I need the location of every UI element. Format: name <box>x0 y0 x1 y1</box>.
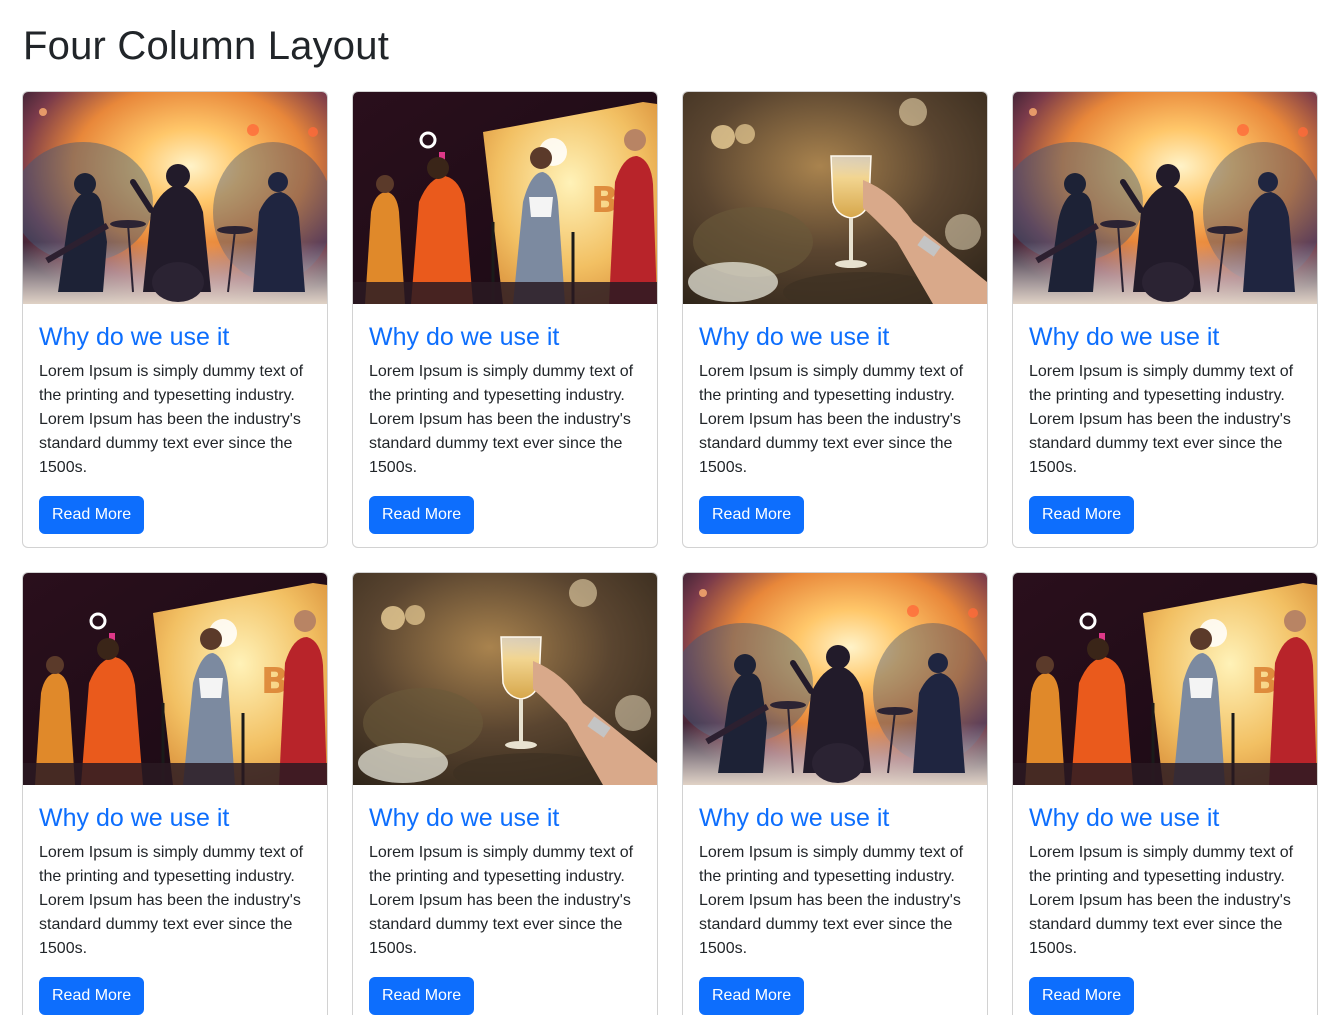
card-text: Lorem Ipsum is simply dummy text of the … <box>1029 363 1294 476</box>
card-body: Why do we use it Lorem Ipsum is simply d… <box>353 304 657 534</box>
card-title: Why do we use it <box>699 804 890 832</box>
card-title: Why do we use it <box>1029 323 1220 351</box>
card-body: Why do we use it Lorem Ipsum is simply d… <box>1013 785 1317 1015</box>
card-text: Lorem Ipsum is simply dummy text of the … <box>369 844 634 957</box>
card-body: Why do we use it Lorem Ipsum is simply d… <box>683 785 987 1015</box>
card: Why do we use it Lorem Ipsum is simply d… <box>1012 91 1318 548</box>
champagne-glass-toast-image <box>683 92 987 304</box>
stage-singers-performance-image: BO <box>1013 573 1317 785</box>
read-more-button[interactable]: Read More <box>39 496 145 534</box>
card-title: Why do we use it <box>39 804 230 832</box>
card-text: Lorem Ipsum is simply dummy text of the … <box>699 363 964 476</box>
card-text: Lorem Ipsum is simply dummy text of the … <box>1029 844 1294 957</box>
card-body: Why do we use it Lorem Ipsum is simply d… <box>683 304 987 534</box>
card-image <box>683 573 987 785</box>
card-body: Why do we use it Lorem Ipsum is simply d… <box>23 304 327 534</box>
card-body: Why do we use it Lorem Ipsum is simply d… <box>1013 304 1317 534</box>
card-body: Why do we use it Lorem Ipsum is simply d… <box>353 785 657 1015</box>
card-image <box>683 92 987 304</box>
read-more-button[interactable]: Read More <box>699 496 805 534</box>
read-more-button[interactable]: Read More <box>369 977 475 1015</box>
card-title: Why do we use it <box>1029 804 1220 832</box>
card: BO Why do we use it Lorem Ipsum is simpl… <box>1012 572 1318 1015</box>
card-image: BO <box>23 573 327 785</box>
stage-singers-performance-image: BO <box>23 573 327 785</box>
card-image: BO <box>1013 573 1317 785</box>
card-image <box>353 573 657 785</box>
read-more-button[interactable]: Read More <box>1029 496 1135 534</box>
card: BO Why do we use it Lorem Ipsum is simpl… <box>22 572 328 1015</box>
card: Why do we use it Lorem Ipsum is simply d… <box>352 572 658 1015</box>
card: Why do we use it Lorem Ipsum is simply d… <box>22 91 328 548</box>
card-text: Lorem Ipsum is simply dummy text of the … <box>369 363 634 476</box>
card-text: Lorem Ipsum is simply dummy text of the … <box>39 844 304 957</box>
card-image <box>1013 92 1317 304</box>
champagne-glass-toast-image <box>353 573 657 785</box>
card: BO Why do we use it Lorem Ipsum is simpl… <box>352 91 658 548</box>
card-grid: Why do we use it Lorem Ipsum is simply d… <box>22 91 1318 1015</box>
read-more-button[interactable]: Read More <box>699 977 805 1015</box>
card: Why do we use it Lorem Ipsum is simply d… <box>682 572 988 1015</box>
card-image <box>23 92 327 304</box>
card-title: Why do we use it <box>39 323 230 351</box>
concert-band-watercolor-image <box>1013 92 1317 304</box>
read-more-button[interactable]: Read More <box>39 977 145 1015</box>
card: Why do we use it Lorem Ipsum is simply d… <box>682 91 988 548</box>
card-title: Why do we use it <box>369 804 560 832</box>
card-text: Lorem Ipsum is simply dummy text of the … <box>699 844 964 957</box>
card-title: Why do we use it <box>699 323 890 351</box>
page: Four Column Layout Why do we use it Lore… <box>0 0 1343 1015</box>
concert-band-watercolor-image <box>23 92 327 304</box>
card-title: Why do we use it <box>369 323 560 351</box>
concert-band-watercolor-image <box>683 573 987 785</box>
page-title: Four Column Layout <box>23 24 390 68</box>
read-more-button[interactable]: Read More <box>369 496 475 534</box>
card-text: Lorem Ipsum is simply dummy text of the … <box>39 363 304 476</box>
read-more-button[interactable]: Read More <box>1029 977 1135 1015</box>
card-image: BO <box>353 92 657 304</box>
card-body: Why do we use it Lorem Ipsum is simply d… <box>23 785 327 1015</box>
stage-singers-performance-image: BO <box>353 92 657 304</box>
